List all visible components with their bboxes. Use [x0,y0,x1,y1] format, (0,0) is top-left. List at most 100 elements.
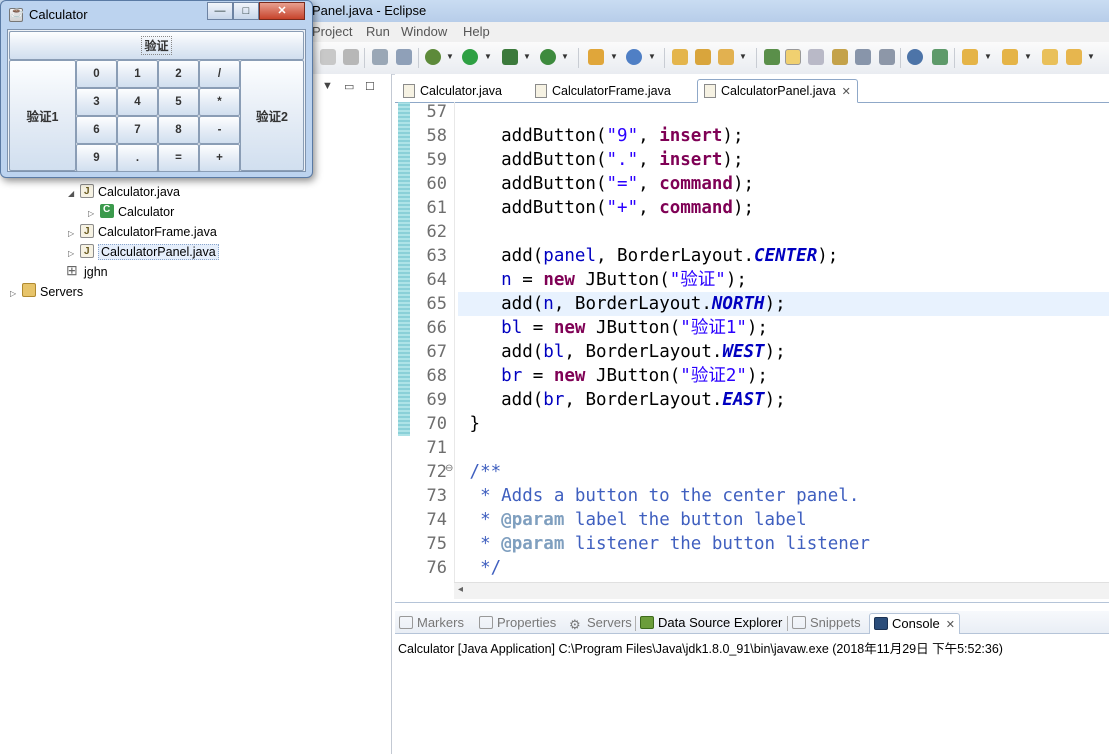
tab-calculatorframe-java[interactable]: CalculatorFrame.java [529,80,677,102]
open-task-icon[interactable] [695,49,711,65]
calc-key-button[interactable]: 2 [158,60,199,88]
calc-key-button[interactable]: = [158,144,199,172]
forward-icon[interactable] [343,49,359,65]
minimize-button[interactable]: — [207,2,233,20]
close-button[interactable]: ✕ [259,2,305,20]
menu-help[interactable]: Help [463,24,490,39]
calc-key-button[interactable]: - [199,116,240,144]
calc-key-button[interactable]: 3 [76,88,117,116]
code-line[interactable] [459,100,1109,124]
horizontal-scrollbar[interactable]: ◂ [454,582,1109,599]
previous-annotation-icon[interactable] [1002,49,1018,65]
east-button[interactable]: 验证2 [240,60,304,171]
calc-key-button[interactable]: + [199,144,240,172]
code-line[interactable]: * @param listener the button listener [459,532,1109,556]
calc-key-button[interactable]: 0 [76,60,117,88]
calc-key-button[interactable]: 6 [76,116,117,144]
run-icon[interactable] [462,49,478,65]
debug-icon[interactable] [425,49,441,65]
calculator-title-bar[interactable]: Calculator — □ ✕ [1,1,312,29]
calc-key-button[interactable]: 1 [117,60,158,88]
west-button[interactable]: 验证1 [9,60,76,171]
show-whitespace-icon[interactable] [855,49,871,65]
tree-item-calculator-class[interactable]: ▷Calculator [88,200,174,224]
close-tab-icon[interactable]: ✕ [946,619,955,631]
back-icon[interactable] [320,49,336,65]
run-last-tool-icon[interactable] [502,49,518,65]
calc-key-button[interactable]: 4 [117,88,158,116]
close-tab-icon[interactable]: ✕ [842,86,851,98]
menu-run[interactable]: Run [366,24,390,39]
code-line[interactable]: */ [459,556,1109,580]
coverage-dropdown-icon[interactable]: ▼ [561,52,569,61]
open-type-icon[interactable] [672,49,688,65]
collapsed-twisty-icon[interactable]: ▷ [68,224,80,244]
new-class-dropdown-icon[interactable]: ▼ [648,52,656,61]
highlight-icon[interactable] [785,49,801,65]
next-annotation-dropdown-icon[interactable]: ▼ [984,52,992,61]
minimize-view-icon[interactable]: ▭ [344,80,354,93]
previous-annotation-dropdown-icon[interactable]: ▼ [1024,52,1032,61]
calc-key-button[interactable]: / [199,60,240,88]
fold-collapse-icon[interactable]: ⊖ [445,463,453,474]
new-dropdown-icon[interactable]: ▼ [610,52,618,61]
code-line[interactable]: addButton(".", insert); [459,148,1109,172]
collapsed-twisty-icon[interactable]: ▷ [88,204,100,224]
maximize-view-icon[interactable]: ☐ [365,80,375,93]
tab-calculator-java[interactable]: Calculator.java [397,80,508,102]
code-line[interactable]: } [459,412,1109,436]
north-button[interactable]: 验证 [9,31,304,60]
tab-snippets[interactable]: Snippets [792,613,861,633]
code-line[interactable]: add(br, BorderLayout.EAST); [459,388,1109,412]
calc-key-button[interactable]: * [199,88,240,116]
view-menu-icon[interactable]: ▼ [322,80,333,92]
mark-occurrences-icon[interactable] [396,49,412,65]
code-line[interactable]: add(bl, BorderLayout.WEST); [459,340,1109,364]
new-java-project-icon[interactable] [588,49,604,65]
code-line[interactable]: * Adds a button to the center panel. [459,484,1109,508]
collapsed-twisty-icon[interactable]: ▷ [10,284,22,304]
tool-dropdown-icon[interactable]: ▼ [523,52,531,61]
server-icon[interactable] [932,49,948,65]
code-line[interactable]: * @param label the button label [459,508,1109,532]
code-line[interactable]: n = new JButton("验证"); [459,268,1109,292]
scroll-left-icon[interactable]: ◂ [458,584,463,595]
next-annotation-icon[interactable] [962,49,978,65]
run-dropdown-icon[interactable]: ▼ [484,52,492,61]
code-line[interactable]: addButton("9", insert); [459,124,1109,148]
maximize-button[interactable]: □ [233,2,259,20]
calc-key-button[interactable]: . [117,144,158,172]
tab-servers[interactable]: ⚙ Servers [569,613,632,633]
coverage-icon[interactable] [540,49,556,65]
block-select-icon[interactable] [832,49,848,65]
search-icon[interactable] [718,49,734,65]
tab-markers[interactable]: Markers [399,613,464,633]
tree-item-calculatorpanel-java[interactable]: ▷CalculatorPanel.java [68,242,219,262]
new-class-icon[interactable] [626,49,642,65]
tab-properties[interactable]: Properties [479,613,556,633]
code-line[interactable]: br = new JButton("验证2"); [459,364,1109,388]
pen-icon[interactable] [808,49,824,65]
calc-key-button[interactable]: 7 [117,116,158,144]
code-line[interactable]: add(n, BorderLayout.NORTH); [459,292,1109,316]
menu-project[interactable]: Project [312,24,352,39]
globe-icon[interactable] [907,49,923,65]
pilcrow-icon[interactable] [879,49,895,65]
calc-key-button[interactable]: 5 [158,88,199,116]
tree-item-servers[interactable]: ▷ Servers [10,282,83,302]
toggle-icon[interactable] [372,49,388,65]
code-line[interactable]: addButton("+", command); [459,196,1109,220]
back-nav-dropdown-icon[interactable]: ▼ [1087,52,1095,61]
tree-item-calculatorframe-java[interactable]: ▷CalculatorFrame.java [68,222,217,242]
search-dropdown-icon[interactable]: ▼ [739,52,747,61]
tree-item-calculator-java[interactable]: ◢Calculator.java [68,182,180,202]
code-line[interactable]: addButton("=", command); [459,172,1109,196]
debug-dropdown-icon[interactable]: ▼ [446,52,454,61]
tree-item-jghn[interactable]: jghn [54,260,108,282]
tab-console[interactable]: Console ✕ [869,613,960,634]
expanded-twisty-icon[interactable]: ◢ [68,184,80,204]
back-nav-icon[interactable] [1066,49,1082,65]
code-line[interactable]: add(panel, BorderLayout.CENTER); [459,244,1109,268]
menu-window[interactable]: Window [401,24,447,39]
tab-data-source-explorer[interactable]: Data Source Explorer [640,613,782,633]
